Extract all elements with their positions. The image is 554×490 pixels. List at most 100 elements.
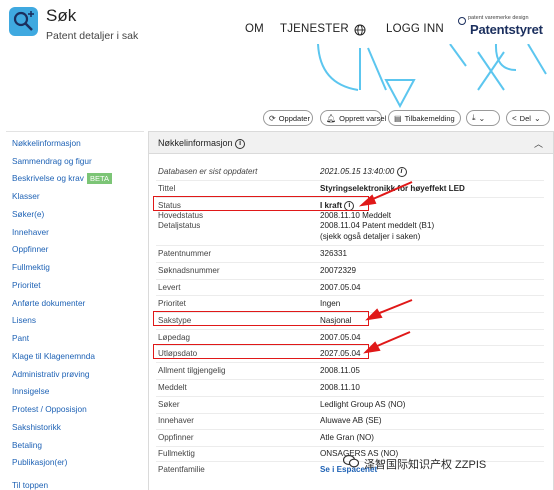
label-soknadsnummer: Søknadsnummer (158, 266, 220, 275)
sidebar-item-klage[interactable]: Klage til Klagenemnda (12, 351, 95, 361)
value-innehaver: Aluwave AB (SE) (320, 416, 382, 425)
label-lopedag: Løpedag (158, 333, 190, 342)
sidebar-item-pant[interactable]: Pant (12, 333, 29, 343)
row-divider (156, 245, 544, 246)
label-prioritet: Prioritet (158, 299, 186, 308)
label-fullmektig: Fullmektig (158, 449, 195, 458)
sidebar-item-til-toppen[interactable]: Til toppen (12, 480, 48, 490)
value-detaljstatus-note: (sjekk også detaljer i saken) (320, 232, 421, 241)
value-hovedstatus: 2008.11.10 Meddelt (320, 211, 391, 220)
sidebar-item-protest[interactable]: Protest / Opposisjon (12, 404, 87, 414)
brand-tagline: patent varemerke design (468, 15, 529, 21)
nav-logg-inn[interactable]: LOGG INN (386, 23, 444, 35)
row-divider (156, 413, 544, 414)
chevron-up-icon[interactable]: ︿ (534, 137, 543, 150)
row-divider (156, 262, 544, 263)
nav-om[interactable]: OM (245, 23, 264, 35)
wechat-icon (343, 454, 359, 468)
sidebar-item-fullmektig[interactable]: Fullmektig (12, 262, 50, 272)
decorative-graphic (317, 44, 547, 109)
refresh-icon: ⟳ (269, 113, 276, 123)
app-title: Søk (46, 6, 77, 25)
row-divider (156, 429, 544, 430)
download-button[interactable]: ⤓ ⌄ (466, 110, 500, 126)
download-icon: ⤓ (472, 113, 476, 122)
chevron-down-icon: ⌄ (478, 113, 486, 123)
value-tittel: Styringselektronikk for høyeffekt LED (320, 184, 465, 193)
update-button[interactable]: ⟳ Oppdater (263, 110, 313, 126)
info-icon[interactable]: i (396, 167, 407, 177)
sidebar-item-betaling[interactable]: Betaling (12, 440, 42, 450)
row-divider (156, 279, 544, 280)
value-oppfinner: Atle Gran (NO) (320, 433, 374, 442)
sidebar-item-label: Beskrivelse og krav (12, 173, 84, 183)
label-patentfamilie: Patentfamilie (158, 465, 205, 474)
row-divider (156, 180, 544, 181)
label-levert: Levert (158, 283, 181, 292)
create-alert-button[interactable]: 🔔︎ Opprett varsel (320, 110, 386, 126)
info-icon[interactable]: i (235, 138, 246, 149)
value-levert: 2007.05.04 (320, 283, 361, 292)
sidebar-item-innsigelse[interactable]: Innsigelse (12, 386, 49, 396)
share-icon: < (512, 113, 517, 123)
sidebar-divider (6, 131, 144, 132)
brand-logo-icon (458, 17, 466, 25)
brand-name[interactable]: Patentstyret (470, 22, 543, 37)
share-button[interactable]: < Del ⌄ (506, 110, 550, 126)
label-allment-tilgjengelig: Allment tilgjengelig (158, 366, 226, 375)
sidebar-item-soker[interactable]: Søker(e) (12, 209, 44, 219)
value-database-updated: 2021.05.15 13:40:00 i (320, 167, 407, 177)
sidebar-item-oppfinner[interactable]: Oppfinner (12, 244, 48, 254)
label-oppfinner: Oppfinner (158, 433, 194, 442)
label-hovedstatus: Hovedstatus (158, 211, 203, 220)
annotation-box-utlopsdato (153, 344, 369, 359)
bell-icon: 🔔︎ (326, 113, 337, 123)
annotation-box-status (153, 196, 369, 211)
label-tittel: Tittel (158, 184, 176, 193)
panel-title: Nøkkelinformasjon i (158, 138, 246, 149)
row-divider (156, 379, 544, 380)
row-divider (156, 295, 544, 296)
label-database-updated: Databasen er sist oppdatert (158, 167, 258, 176)
label-soker: Søker (158, 400, 180, 409)
sidebar-item-prioritet[interactable]: Prioritet (12, 280, 41, 290)
value-soker: Ledlight Group AS (NO) (320, 400, 406, 409)
sidebar-item-lisens[interactable]: Lisens (12, 315, 36, 325)
value-meddelt: 2008.11.10 (320, 383, 360, 392)
row-divider (156, 362, 544, 363)
sidebar-item-nokkelinformasjon[interactable]: Nøkkelinformasjon (12, 138, 81, 148)
value-allment-tilgjengelig: 2008.11.05 (320, 366, 360, 375)
label-detaljstatus: Detaljstatus (158, 221, 201, 230)
sidebar-item-sakshistorikk[interactable]: Sakshistorikk (12, 422, 61, 432)
row-divider (156, 446, 544, 447)
row-divider (156, 396, 544, 397)
sidebar-item-administrativ-proving[interactable]: Administrativ prøving (12, 369, 89, 379)
app-subtitle: Patent detaljer i sak (46, 30, 139, 42)
nav-tjenester[interactable]: TJENESTER (280, 23, 349, 35)
chevron-down-icon: ⌄ (533, 113, 541, 123)
value-lopedag: 2007.05.04 (320, 333, 361, 342)
beta-badge: BETA (86, 173, 112, 184)
watermark-text: 泽智国际知识产权 ZZPIS (364, 459, 487, 471)
sidebar (0, 131, 145, 490)
annotation-box-sakstype (153, 311, 369, 326)
label-patentnummer: Patentnummer (158, 249, 212, 258)
label-meddelt: Meddelt (158, 383, 187, 392)
value-prioritet: Ingen (320, 299, 341, 308)
search-logo-icon[interactable] (9, 7, 38, 36)
value-detaljstatus: 2008.11.04 Patent meddelt (B1) (320, 221, 435, 230)
panel-header[interactable]: Nøkkelinformasjon i ︿ (149, 132, 553, 154)
sidebar-item-innehaver[interactable]: Innehaver (12, 227, 49, 237)
sidebar-item-anforte-dokumenter[interactable]: Anførte dokumenter (12, 298, 85, 308)
sidebar-item-klasser[interactable]: Klasser (12, 191, 40, 201)
value-soknadsnummer: 20072329 (320, 266, 357, 275)
label-innehaver: Innehaver (158, 416, 194, 425)
value-patentnummer: 326331 (320, 249, 348, 258)
sidebar-item-sammendrag[interactable]: Sammendrag og figur (12, 156, 92, 166)
feedback-button[interactable]: ▤ Tilbakemelding (388, 110, 461, 126)
row-divider (156, 329, 544, 330)
sidebar-item-publikasjoner[interactable]: Publikasjon(er) (12, 457, 67, 467)
clipboard-icon: ▤ (394, 113, 402, 123)
globe-icon[interactable] (354, 23, 366, 36)
sidebar-item-beskrivelse[interactable]: Beskrivelse og krav BETA (12, 173, 112, 184)
